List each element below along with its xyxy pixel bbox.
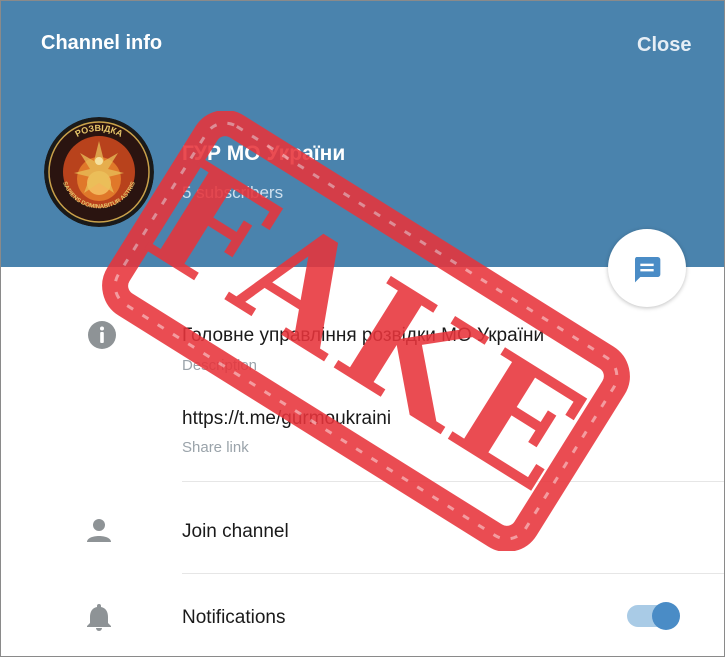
info-icon <box>88 321 116 349</box>
divider <box>182 573 724 574</box>
dialog-title: Channel info <box>41 32 163 54</box>
channel-avatar: РОЗВІДКА SAPIENS DOMINABITUR ASTRIS <box>44 117 154 227</box>
description-label: Description <box>182 357 258 374</box>
subscriber-count: 5 subscribers <box>182 183 284 202</box>
close-button[interactable]: Close <box>637 34 691 57</box>
notifications-label: Notifications <box>182 607 286 628</box>
channel-info-dialog: Channel info Close РОЗВІДКА SAPIENS DOMI… <box>0 0 725 657</box>
share-link[interactable]: https://t.me/gurmoukraini <box>182 408 391 430</box>
dialog-header: Channel info Close РОЗВІДКА SAPIENS DOMI… <box>1 1 724 267</box>
share-link-label: Share link <box>182 439 249 456</box>
channel-name: ГУР МО України <box>182 142 346 165</box>
send-message-button[interactable] <box>608 229 686 307</box>
toggle-knob <box>652 602 680 630</box>
bell-icon <box>87 604 111 631</box>
divider <box>182 481 724 482</box>
channel-description: Головне управління розвідки МО України <box>182 325 545 346</box>
notifications-toggle[interactable] <box>627 602 680 630</box>
join-channel-button[interactable]: Join channel <box>182 521 289 543</box>
message-icon <box>634 257 661 283</box>
person-icon <box>87 519 111 542</box>
